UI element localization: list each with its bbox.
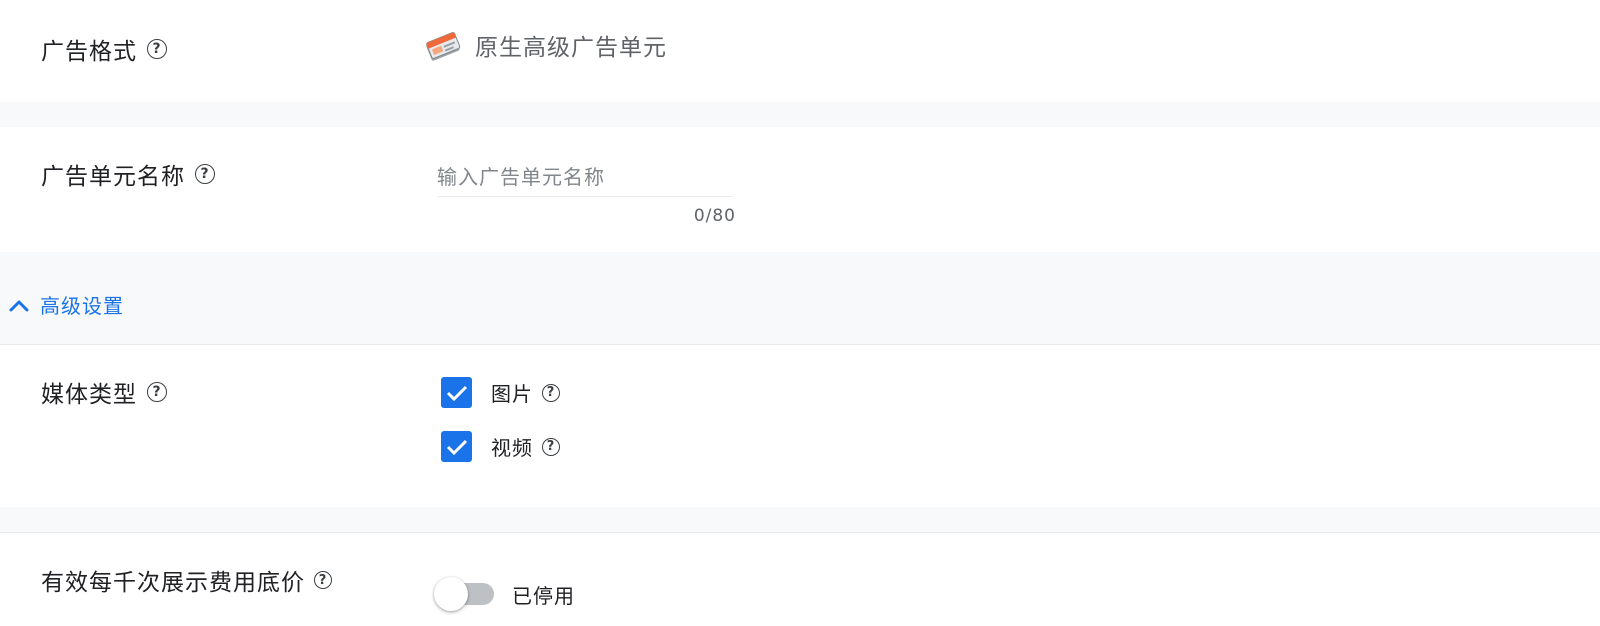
floor-price-status: 已停用 bbox=[512, 584, 575, 608]
section-gap bbox=[0, 102, 1600, 127]
floor-price-section: 有效每千次展示费用底价 ? bbox=[0, 532, 1600, 626]
ad-unit-name-section: 广告单元名称 ? bbox=[0, 127, 1600, 252]
image-checkbox[interactable] bbox=[441, 377, 472, 408]
help-icon[interactable]: ? bbox=[195, 164, 215, 184]
advanced-settings-band bbox=[0, 252, 1600, 345]
ad-unit-name-label: 广告单元名称 ? bbox=[41, 157, 215, 191]
floor-price-label: 有效每千次展示费用底价 ? bbox=[41, 563, 332, 597]
media-type-section: 媒体类型 ? bbox=[0, 345, 1600, 507]
switch-thumb bbox=[434, 577, 468, 611]
ad-format-value: 原生高级广告单元 bbox=[423, 28, 667, 62]
advanced-settings-label: 高级设置 bbox=[40, 294, 124, 318]
ad-format-label-text: 广告格式 bbox=[41, 39, 137, 65]
help-icon[interactable]: ? bbox=[147, 382, 167, 402]
advanced-settings-toggle[interactable]: 高级设置 bbox=[8, 290, 124, 319]
ad-unit-name-input[interactable] bbox=[437, 158, 733, 197]
ad-format-value-text: 原生高级广告单元 bbox=[475, 35, 667, 61]
image-option-label: 图片 bbox=[491, 382, 533, 406]
section-gap bbox=[0, 507, 1600, 532]
character-counter: 0/80 bbox=[693, 206, 736, 226]
native-ad-format-icon bbox=[426, 32, 461, 61]
chevron-up-icon bbox=[9, 300, 29, 311]
ad-format-label: 广告格式 ? bbox=[41, 32, 167, 66]
checkmark-icon bbox=[446, 385, 467, 401]
ad-unit-settings-page: 广告格式 ? 原生高级广告单元 广告单元名称 ? 0/80 bbox=[0, 0, 1600, 626]
video-option-label: 视频 bbox=[491, 436, 533, 460]
floor-price-switch[interactable] bbox=[434, 576, 498, 612]
video-checkbox[interactable] bbox=[441, 431, 472, 462]
media-type-label-text: 媒体类型 bbox=[41, 382, 137, 408]
help-icon[interactable]: ? bbox=[314, 571, 332, 589]
ad-format-section: 广告格式 ? 原生高级广告单元 bbox=[0, 0, 1600, 102]
media-type-option-image: 图片 ? bbox=[441, 377, 560, 408]
help-icon[interactable]: ? bbox=[542, 383, 560, 402]
help-icon[interactable]: ? bbox=[542, 437, 560, 456]
floor-price-label-text: 有效每千次展示费用底价 bbox=[41, 570, 305, 596]
ad-unit-name-label-text: 广告单元名称 bbox=[41, 164, 185, 190]
media-type-label: 媒体类型 ? bbox=[41, 375, 167, 409]
media-type-option-video: 视频 ? bbox=[441, 431, 560, 462]
help-icon[interactable]: ? bbox=[147, 39, 167, 59]
checkmark-icon bbox=[446, 439, 467, 455]
